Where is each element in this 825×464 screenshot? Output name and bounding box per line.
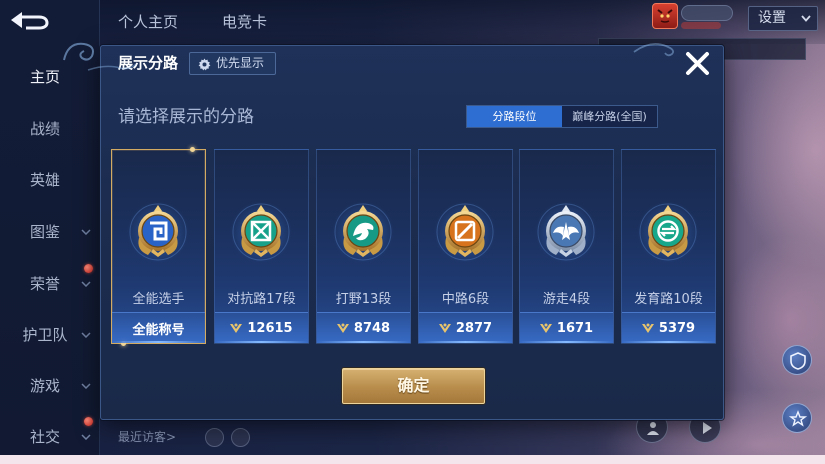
lane-points-row: 12615 [215, 312, 308, 343]
lane-card-roam[interactable]: 游走4段 1671 [519, 149, 614, 344]
player-id-badge [681, 5, 733, 21]
chevron-down-icon [81, 281, 91, 287]
lane-points-row: 2877 [419, 312, 512, 343]
demon-face-icon [657, 9, 673, 23]
side-shortcut-button[interactable] [782, 403, 812, 433]
peak-points-icon [539, 323, 552, 333]
sidebar-item-stats[interactable]: 战绩 [0, 109, 100, 149]
shield-icon [790, 352, 806, 370]
sidebar-item-label: 英雄 [29, 171, 60, 189]
priority-display-label: 优先显示 [216, 56, 265, 70]
sidebar-item-label: 荣誉 [29, 275, 60, 293]
farm-lane-emblem-icon [637, 201, 699, 263]
lane-value: 全能称号 [132, 322, 185, 338]
lane-card-mid[interactable]: 中路6段 2877 [418, 149, 513, 344]
notification-badge [84, 417, 93, 426]
chevron-down-icon [81, 383, 91, 389]
visitor-avatar[interactable] [205, 428, 224, 447]
lane-rank-label: 全能选手 [132, 292, 185, 307]
lane-card-all-round[interactable]: 全能选手 全能称号 [111, 147, 206, 346]
sidebar-item-honors[interactable]: 荣誉 [0, 264, 100, 304]
lane-points-value: 12615 [247, 320, 293, 336]
peak-points-icon [230, 323, 243, 333]
lane-card-clash[interactable]: 对抗路17段 12615 [214, 149, 309, 344]
profile-screen: 个人主页 电竞卡 设置 主页 战绩 英雄 图鉴 荣誉 护卫队 游戏 社交 最近访… [0, 0, 825, 464]
jungle-emblem-icon [332, 201, 394, 263]
toggle-peak-lane[interactable]: 巅峰分路(全国) [562, 106, 657, 127]
sidebar-item-guardians[interactable]: 护卫队 [0, 315, 100, 355]
recent-visitors-link[interactable]: 最近访客> [118, 429, 176, 445]
avatar[interactable] [652, 3, 678, 29]
lane-points-row: 8748 [317, 312, 410, 343]
sidebar-item-games[interactable]: 游戏 [0, 366, 100, 406]
lane-rank-label: 发育路10段 [634, 292, 703, 307]
settings-dropdown[interactable]: 设置 [748, 6, 818, 31]
roam-emblem-icon [535, 201, 597, 263]
toggle-lane-rank[interactable]: 分路段位 [467, 106, 562, 127]
star-badge-icon [789, 410, 807, 427]
lane-points-row: 1671 [520, 312, 613, 343]
gear-icon [198, 58, 211, 71]
clash-lane-emblem-icon [230, 201, 292, 263]
sidebar-item-codex[interactable]: 图鉴 [0, 212, 100, 252]
settings-label: 设置 [758, 10, 786, 26]
decorative-cloud-swirl [63, 42, 137, 71]
sidebar-item-label: 社交 [29, 428, 60, 446]
visitor-avatar[interactable] [231, 428, 250, 447]
lane-points-value: 1671 [556, 320, 594, 336]
peak-points-icon [336, 323, 349, 333]
peak-points-icon [641, 323, 654, 333]
play-icon [703, 422, 712, 434]
select-lane-prompt: 请选择展示的分路 [118, 107, 254, 127]
lane-points-value: 8748 [353, 320, 391, 336]
selection-corner-dot [190, 147, 195, 152]
lane-card-farm[interactable]: 发育路10段 5379 [621, 149, 716, 344]
chevron-down-icon [81, 332, 91, 338]
lane-rank-label: 对抗路17段 [227, 292, 296, 307]
lane-value-row: 全能称号 [112, 312, 205, 343]
sidebar-item-label: 战绩 [29, 120, 60, 138]
lane-points-value: 5379 [658, 320, 696, 336]
priority-display-button[interactable]: 优先显示 [189, 52, 276, 75]
lane-points-row: 5379 [622, 312, 715, 343]
lane-rank-label: 打野13段 [335, 292, 392, 307]
chevron-down-icon [81, 434, 91, 440]
confirm-button[interactable]: 确定 [342, 368, 485, 404]
lane-display-dialog: 展示分路 优先显示 请选择展示的分路 分路段位 巅峰分路(全国) 全能选手 全能… [100, 45, 724, 420]
bottom-strip [0, 455, 825, 464]
sidebar-item-social[interactable]: 社交 [0, 417, 100, 457]
chevron-down-icon [801, 15, 811, 22]
lane-card-jungle[interactable]: 打野13段 8748 [316, 149, 411, 344]
all-round-emblem-icon [127, 201, 189, 263]
back-arrow-icon[interactable] [9, 9, 49, 31]
lane-points-value: 2877 [455, 320, 493, 336]
sidebar-item-heroes[interactable]: 英雄 [0, 160, 100, 200]
lane-mode-toggle: 分路段位 巅峰分路(全国) [466, 105, 658, 128]
mid-lane-emblem-icon [434, 201, 496, 263]
peak-points-icon [438, 323, 451, 333]
person-icon [647, 422, 659, 435]
side-shortcut-button[interactable] [782, 345, 812, 375]
lane-rank-label: 游走4段 [542, 292, 591, 307]
sidebar-item-label: 游戏 [29, 377, 60, 395]
sidebar-item-label: 图鉴 [29, 223, 60, 241]
decorative-cloud-swirl [633, 43, 675, 57]
sidebar-item-label: 护卫队 [22, 326, 68, 344]
tab-personal-home[interactable]: 个人主页 [118, 12, 178, 32]
notification-badge [84, 264, 93, 273]
chevron-down-icon [81, 229, 91, 235]
player-level-bar [681, 22, 721, 29]
tab-esports-card[interactable]: 电竞卡 [222, 12, 267, 32]
lane-rank-label: 中路6段 [441, 292, 490, 307]
